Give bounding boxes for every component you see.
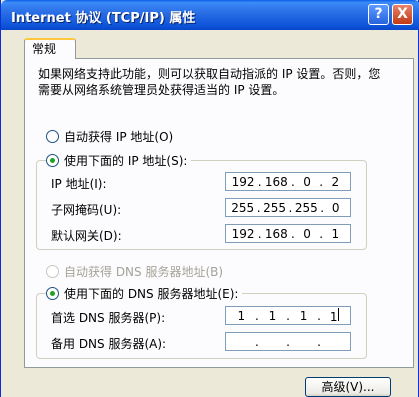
manual-dns-radio[interactable] — [46, 287, 59, 300]
description-text: 如果网络支持此功能，则可以获取自动指派的 IP 设置。否则，您需要从网络系统管理… — [38, 67, 381, 97]
default-gateway-input[interactable]: 192. 168. 0. 1 — [225, 224, 351, 243]
auto-dns-radio[interactable] — [46, 265, 59, 278]
preferred-dns-label: 首选 DNS 服务器(P): — [51, 311, 166, 325]
auto-dns-label: 自动获得 DNS 服务器地址(B) — [64, 265, 224, 279]
window-title: Internet 协议 (TCP/IP) 属性 — [11, 11, 196, 26]
manual-ip-label: 使用下面的 IP 地址(S): — [64, 154, 188, 168]
manual-dns-label: 使用下面的 DNS 服务器地址(E): — [64, 287, 239, 301]
ip-address-input[interactable]: 192. 168. 0. 2 — [225, 172, 351, 191]
manual-ip-radio[interactable] — [46, 154, 59, 167]
auto-ip-option[interactable]: 自动获得 IP 地址(O) — [46, 128, 174, 144]
auto-dns-option[interactable]: 自动获得 DNS 服务器地址(B) — [46, 263, 224, 279]
ip-address-label: IP 地址(I): — [51, 177, 107, 191]
help-button[interactable]: ? — [368, 4, 389, 25]
alternate-dns-label: 备用 DNS 服务器(A): — [51, 337, 167, 351]
manual-ip-option[interactable]: 使用下面的 IP 地址(S): — [46, 152, 192, 168]
auto-ip-radio[interactable] — [46, 130, 59, 143]
manual-dns-option[interactable]: 使用下面的 DNS 服务器地址(E): — [46, 285, 243, 301]
auto-ip-label: 自动获得 IP 地址(O) — [64, 130, 174, 144]
subnet-mask-label: 子网掩码(U): — [51, 203, 122, 217]
subnet-mask-input[interactable]: 255. 255. 255. 0 — [225, 198, 351, 217]
preferred-dns-input[interactable]: 1. 1. 1. 1 — [225, 306, 351, 325]
tcpip-properties-dialog: Internet 协议 (TCP/IP) 属性 ? X 常规 如果网络支持此功能… — [0, 0, 419, 397]
default-gateway-label: 默认网关(D): — [51, 229, 122, 243]
close-button[interactable]: X — [392, 4, 413, 25]
tab-general[interactable]: 常规 — [24, 38, 76, 59]
alternate-dns-input[interactable]: . . . — [225, 332, 351, 351]
text-caret — [338, 307, 340, 321]
advanced-button[interactable]: 高级(V)... — [305, 377, 391, 397]
title-bar[interactable]: Internet 协议 (TCP/IP) 属性 ? X — [1, 0, 419, 30]
